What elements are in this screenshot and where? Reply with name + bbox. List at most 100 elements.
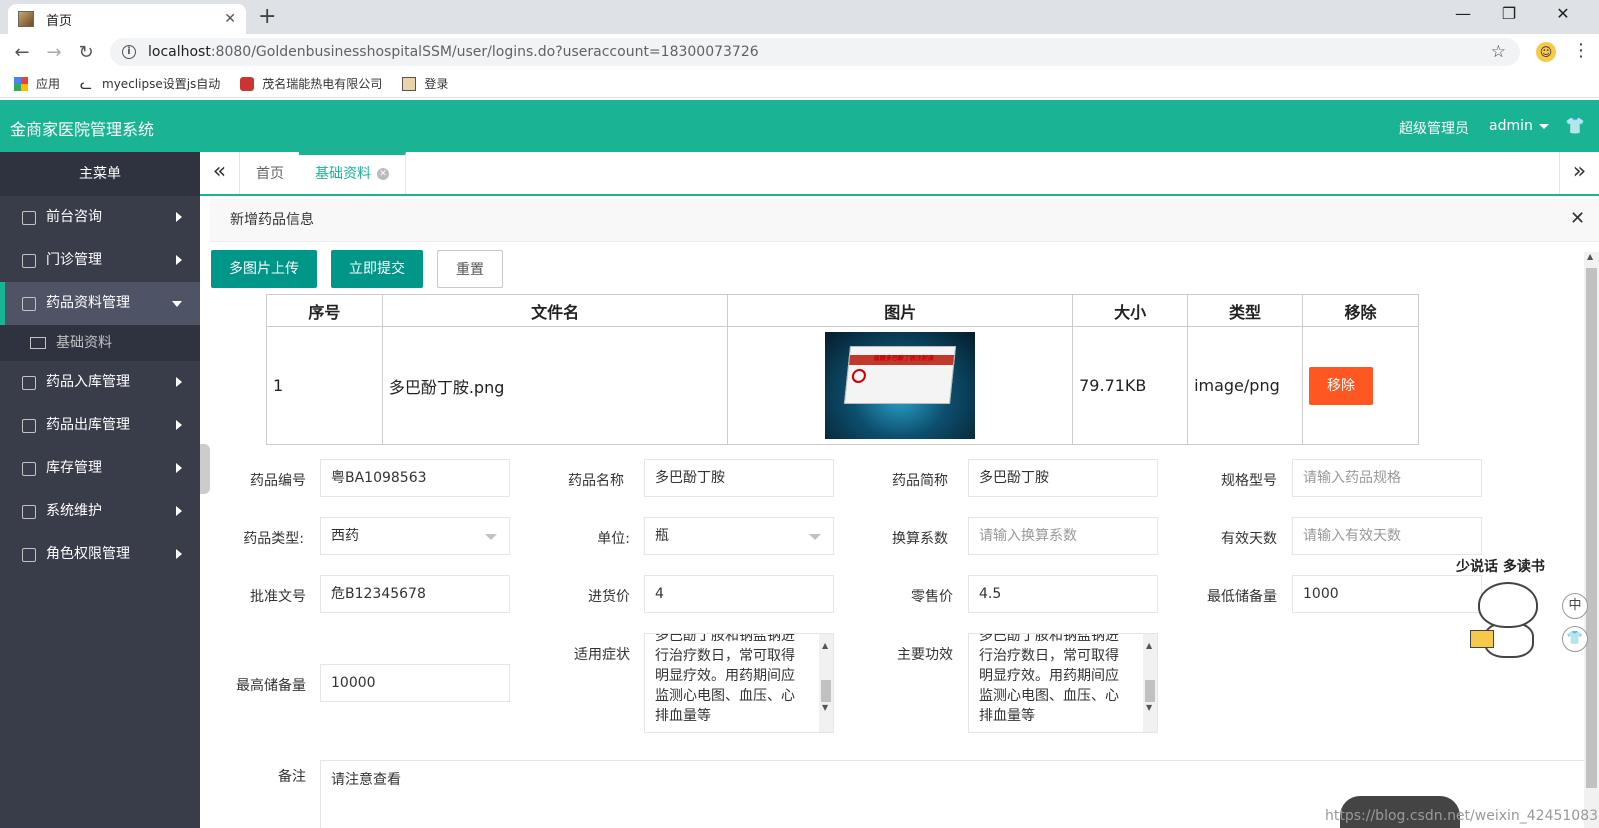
close-tab-icon[interactable]: ✕ <box>377 168 389 180</box>
table-row: 1 多巴酚丁胺.png 盐酸多巴酚丁胺注射液 79.71KB image/png… <box>266 326 1419 445</box>
column-header: 图片 <box>727 294 1074 327</box>
column-header: 文件名 <box>381 294 729 327</box>
file-type: image/png <box>1187 326 1304 445</box>
sidebar-item-roles[interactable]: 角色权限管理 <box>0 533 200 576</box>
user-menu[interactable]: admin <box>1489 118 1549 134</box>
window-close-icon[interactable]: ✕ <box>1540 4 1586 23</box>
document-icon <box>22 418 36 433</box>
sidebar-item-outpatient[interactable]: 门诊管理 <box>0 239 200 282</box>
multi-upload-button[interactable]: 多图片上传 <box>211 250 317 288</box>
sidebar-item-inventory[interactable]: 库存管理 <box>0 447 200 490</box>
max-stock-field[interactable]: 10000 <box>320 664 510 702</box>
shirt-icon[interactable]: 👕 <box>1562 626 1588 652</box>
panel-close-icon[interactable]: ✕ <box>1570 208 1585 229</box>
chevron-right-icon <box>176 377 182 387</box>
sidebar-item-system[interactable]: 系统维护 <box>0 490 200 533</box>
drug-box-image: 盐酸多巴酚丁胺注射液 <box>844 346 957 404</box>
textarea-scrollbar[interactable]: ▲ ▼ <box>819 634 833 732</box>
sidebar-item-front-desk[interactable]: 前台咨询 <box>0 196 200 239</box>
minimize-icon[interactable]: — <box>1440 4 1486 23</box>
textarea-line: 监测心电图、血压、心 <box>655 688 795 704</box>
bag-icon <box>22 210 36 225</box>
user-role: 超级管理员 <box>1399 121 1469 137</box>
valid-days-input[interactable]: 请输入有效天数 <box>1292 517 1482 555</box>
document-icon <box>22 375 36 390</box>
bookmarks-bar: 应用 ᓚ myeclipse设置js自动 茂名瑞能热电有限公司 登录 <box>0 70 1599 98</box>
page-scrollbar[interactable]: ▲ <box>1584 252 1599 828</box>
forward-icon[interactable]: → <box>38 42 70 63</box>
effects-textarea[interactable]: 多巴酚丁胺和钠盐钠进 行治疗数日，常可取得 明显疗效。用药期间应 监测心电图、血… <box>968 633 1158 733</box>
app-tab-strip: « 首页 基础资料 ✕ » <box>200 152 1599 196</box>
theme-shirt-icon[interactable]: 👕 <box>1565 116 1585 135</box>
bookmark-company[interactable]: 茂名瑞能热电有限公司 <box>240 75 382 92</box>
file-preview-cell: 盐酸多巴酚丁胺注射液 <box>727 326 1074 445</box>
textarea-scrollbar[interactable]: ▲ ▼ <box>1143 634 1157 732</box>
drug-code-field[interactable]: 粤BA1098563 <box>320 459 510 497</box>
bookmark-apps[interactable]: 应用 <box>14 75 60 92</box>
extension-emoji-icon[interactable]: ☺ <box>1536 42 1556 62</box>
upload-file-table: 序号 文件名 图片 大小 类型 移除 1 多巴酚丁胺.png 盐酸多巴酚丁胺注射… <box>266 294 1419 445</box>
sidebar-subitem-basic-data[interactable]: 基础资料 <box>0 325 200 361</box>
min-stock-field[interactable]: 1000 <box>1292 575 1482 613</box>
drug-image-thumbnail: 盐酸多巴酚丁胺注射液 <box>825 332 976 439</box>
chevron-down-icon <box>172 301 182 307</box>
retail-price-field[interactable]: 4.5 <box>968 575 1158 613</box>
bookmark-label: 登录 <box>424 77 449 91</box>
sidebar-item-drug-outbound[interactable]: 药品出库管理 <box>0 404 200 447</box>
close-tab-icon[interactable]: ✕ <box>224 11 236 27</box>
file-index: 1 <box>266 326 383 445</box>
chevron-right-icon <box>176 506 182 516</box>
spec-label: 规格型号 <box>1221 473 1277 489</box>
browser-menu-icon[interactable]: ⋮ <box>1572 40 1590 61</box>
chevron-right-icon <box>176 420 182 430</box>
approval-no-field[interactable]: 危B12345678 <box>320 575 510 613</box>
url-field[interactable]: i localhost:8080/GoldenbusinesshospitalS… <box>110 38 1520 66</box>
bookmark-myeclipse[interactable]: ᓚ myeclipse设置js自动 <box>80 75 220 93</box>
browser-tab-title: 首页 <box>46 13 73 29</box>
valid-days-label: 有效天数 <box>1221 531 1277 547</box>
drug-type-select[interactable]: 西药 <box>320 517 510 555</box>
bookmark-star-icon[interactable]: ☆ <box>1491 42 1506 62</box>
submit-button[interactable]: 立即提交 <box>331 250 423 288</box>
textarea-line: 行治疗数日，常可取得 <box>979 648 1119 664</box>
table-header-row: 序号 文件名 图片 大小 类型 移除 <box>266 294 1419 327</box>
drug-short-field[interactable]: 多巴酚丁胺 <box>968 459 1158 497</box>
restore-icon[interactable]: ❐ <box>1486 4 1532 23</box>
reset-button[interactable]: 重置 <box>437 250 503 288</box>
unit-select[interactable]: 瓶 <box>644 517 834 555</box>
apps-grid-icon <box>14 76 28 91</box>
bookmark-login[interactable]: 登录 <box>402 75 448 92</box>
tab-basic-data[interactable]: 基础资料 ✕ <box>299 152 406 194</box>
spec-input[interactable]: 请输入药品规格 <box>1292 459 1482 497</box>
bag-icon <box>22 296 36 311</box>
purchase-price-field[interactable]: 4 <box>644 575 834 613</box>
app-header: 金商家医院管理系统 超级管理员 admin 👕 <box>0 100 1599 152</box>
approval-no-label: 批准文号 <box>250 589 306 605</box>
bag-icon <box>22 504 36 519</box>
sidebar-item-drug-data[interactable]: 药品资料管理 <box>0 282 200 325</box>
conversion-input[interactable]: 请输入换算系数 <box>968 517 1158 555</box>
retail-price-label: 零售价 <box>911 589 953 605</box>
site-favicon-icon <box>18 11 34 27</box>
address-bar: ← → ↻ i localhost:8080/Goldenbusinesshos… <box>0 34 1599 70</box>
remove-file-button[interactable]: 移除 <box>1309 366 1374 405</box>
purchase-price-label: 进货价 <box>588 589 630 605</box>
chevron-right-icon <box>176 463 182 473</box>
reload-icon[interactable]: ↻ <box>70 42 102 63</box>
remark-label: 备注 <box>278 769 306 785</box>
chevron-down-icon <box>1538 123 1549 129</box>
tabs-scroll-left-icon[interactable]: « <box>200 152 240 194</box>
back-icon[interactable]: ← <box>6 42 38 63</box>
language-toggle-button[interactable]: 中 <box>1562 593 1588 619</box>
tabs-scroll-right-icon[interactable]: » <box>1559 152 1599 194</box>
new-tab-icon[interactable]: + <box>258 4 276 29</box>
drug-name-label: 药品名称 <box>568 473 624 489</box>
browser-tab[interactable]: 首页 ✕ <box>8 4 246 34</box>
drug-name-field[interactable]: 多巴酚丁胺 <box>644 459 834 497</box>
folder-icon <box>30 337 46 349</box>
indications-textarea[interactable]: 多巴酚丁胺和钠盐钠进 行治疗数日，常可取得 明显疗效。用药期间应 监测心电图、血… <box>644 633 834 733</box>
chevron-right-icon <box>176 255 182 265</box>
sidebar-item-drug-inbound[interactable]: 药品入库管理 <box>0 361 200 404</box>
tab-home[interactable]: 首页 <box>240 152 301 194</box>
site-info-icon[interactable]: i <box>122 45 136 59</box>
